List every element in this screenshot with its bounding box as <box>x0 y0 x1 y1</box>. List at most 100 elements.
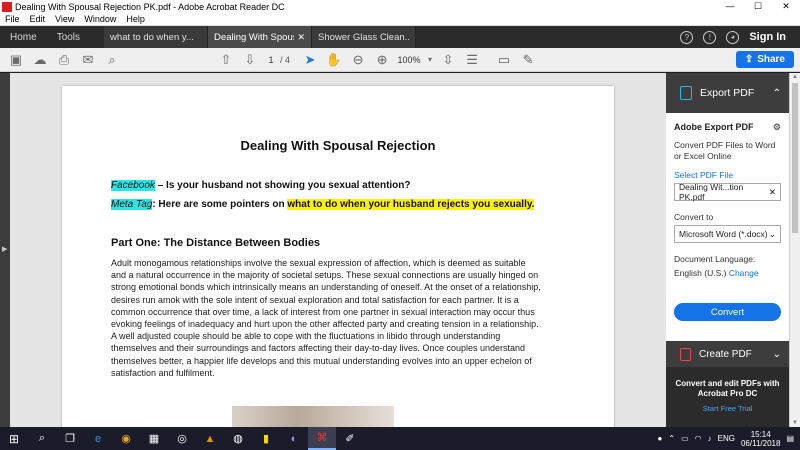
edge-icon[interactable]: e <box>84 427 112 450</box>
tab-home[interactable]: Home <box>0 26 47 48</box>
facebook-tag: Facebook <box>111 180 155 191</box>
zoom-level-select[interactable]: 100% <box>394 55 424 65</box>
camera-icon[interactable]: ◎ <box>168 427 196 450</box>
windows-start-icon[interactable]: ⊞ <box>0 427 28 450</box>
next-page-icon[interactable]: ⇩ <box>238 50 262 70</box>
zoom-in-icon[interactable]: ⊕ <box>370 50 394 70</box>
menu-view[interactable]: View <box>50 14 79 24</box>
scroll-down-icon[interactable]: ▼ <box>792 420 798 426</box>
battery-icon[interactable]: ▭ <box>681 434 689 443</box>
media-icon[interactable]: ◍ <box>224 427 252 450</box>
acrobat-taskbar-icon[interactable]: ⌘ <box>308 427 336 450</box>
settings-icon[interactable]: ⚙ <box>773 122 781 133</box>
page-fit-icon[interactable]: ⇳ <box>436 50 460 70</box>
document-viewport[interactable]: Dealing With Spousal Rejection Facebook … <box>10 73 666 427</box>
user-avatar-icon[interactable]: ● <box>658 434 663 443</box>
comment-icon[interactable]: ▭ <box>492 50 516 70</box>
volume-icon[interactable]: ♪ <box>708 434 712 443</box>
facebook-line: Facebook – Is your husband not showing y… <box>111 180 411 191</box>
vlc-icon[interactable]: ▲ <box>196 427 224 450</box>
save-icon[interactable]: ▣ <box>4 50 28 70</box>
windows-taskbar: ⊞ ⌕ ❐ e ◉ ▦ ◎ ▲ ◍ ▮ ◐ ⌘ ✐ ● ⌃ ▭ ◠ ♪ ENG … <box>0 427 800 450</box>
show-hidden-icon[interactable]: ⌃ <box>668 434 675 443</box>
chrome-icon[interactable]: ◉ <box>112 427 140 450</box>
chevron-down-icon: ⌄ <box>768 228 776 239</box>
notifications-icon[interactable]: ▤ <box>786 434 794 443</box>
search-icon[interactable]: ⌕ <box>28 427 56 450</box>
previous-page-icon[interactable]: ⇧ <box>214 50 238 70</box>
pro-promo: Convert and edit PDFs with Acrobat Pro D… <box>666 367 789 427</box>
email-icon[interactable]: ✉ <box>76 50 100 70</box>
notifications-icon[interactable]: ! <box>703 30 717 44</box>
paint-icon[interactable]: ✐ <box>336 427 364 450</box>
maximize-button[interactable]: ☐ <box>744 1 772 12</box>
photos-icon[interactable]: ▦ <box>140 427 168 450</box>
select-cursor-icon[interactable]: ➤ <box>298 50 322 70</box>
menu-help[interactable]: Help <box>121 14 150 24</box>
tab-tools[interactable]: Tools <box>47 26 90 48</box>
page-number-input[interactable]: 1 <box>262 55 280 65</box>
network-icon[interactable]: ◠ <box>695 434 702 443</box>
doc-tab-what-to-do[interactable]: what to do when y... <box>104 26 209 48</box>
browser-icon[interactable]: ◐ <box>280 427 308 450</box>
left-nav-pane[interactable]: ▶ <box>0 73 10 427</box>
account-icon[interactable]: ◕ <box>726 30 740 44</box>
search-icon[interactable]: ⌕ <box>100 50 124 70</box>
expand-left-pane-icon[interactable]: ▶ <box>2 245 7 253</box>
scroll-up-icon[interactable]: ▲ <box>792 74 798 80</box>
chevron-down-icon[interactable]: ⌄ <box>773 349 781 360</box>
hand-tool-icon[interactable]: ✋ <box>322 50 346 70</box>
export-body-title: Adobe Export PDF <box>674 122 754 132</box>
convert-button[interactable]: Convert <box>674 303 781 321</box>
document-photo <box>232 406 394 427</box>
menu-window[interactable]: Window <box>79 14 121 24</box>
doc-tab-shower-glass[interactable]: Shower Glass Clean... <box>312 26 417 48</box>
doc-tab-dealing-with[interactable]: Dealing With Spous... ✕ <box>208 26 313 48</box>
sign-in-button[interactable]: Sign In <box>749 31 786 43</box>
selected-file-name: Dealing Wit...tion PK.pdf <box>679 182 744 202</box>
clear-file-icon[interactable]: ✕ <box>769 187 776 198</box>
acrobat-logo-icon <box>2 1 12 12</box>
create-pdf-label: Create PDF <box>699 348 752 360</box>
scroll-mode-icon[interactable]: ☰ <box>460 50 484 70</box>
notes-icon[interactable]: ▮ <box>252 427 280 450</box>
print-icon[interactable]: ⎙ <box>52 50 76 70</box>
close-tab-icon[interactable]: ✕ <box>298 32 306 43</box>
export-pdf-body: Adobe Export PDF ⚙ Convert PDF Files to … <box>666 113 789 341</box>
convert-to-label: Convert to <box>674 212 714 222</box>
close-window-button[interactable]: ✕ <box>772 1 800 12</box>
doc-tab-label: what to do when y... <box>110 31 194 43</box>
highlight-pen-icon[interactable]: ✎ <box>516 50 540 70</box>
selected-file-field[interactable]: Dealing Wit...tion PK.pdf ✕ <box>674 182 781 202</box>
share-label: Share <box>757 54 785 65</box>
share-icon: ⇪ <box>744 54 754 65</box>
share-button[interactable]: ⇪ Share <box>735 51 794 68</box>
menu-file[interactable]: File <box>0 14 25 24</box>
format-value: Microsoft Word (*.docx) <box>679 229 768 239</box>
window-title: Dealing With Spousal Rejection PK.pdf - … <box>15 1 285 12</box>
pane-scrollbar[interactable]: ▲ ▼ <box>789 73 800 427</box>
scroll-thumb[interactable] <box>792 83 798 233</box>
upload-cloud-icon[interactable]: ☁ <box>28 50 52 70</box>
change-language-link[interactable]: Change <box>729 268 759 278</box>
window-controls: — ☐ ✕ <box>716 1 800 12</box>
format-select[interactable]: Microsoft Word (*.docx) ⌄ <box>674 225 781 243</box>
language-indicator[interactable]: ENG <box>718 434 735 443</box>
help-icon[interactable]: ? <box>680 30 694 44</box>
chevron-up-icon[interactable]: ⌃ <box>773 88 781 99</box>
start-trial-link[interactable]: Start Free Trial <box>666 404 789 413</box>
body-paragraph: Adult monogamous relationships involve t… <box>111 258 541 378</box>
create-pdf-header[interactable]: Create PDF ⌄ <box>666 341 789 367</box>
menu-edit[interactable]: Edit <box>25 14 51 24</box>
export-pdf-header[interactable]: Export PDF ⌃ <box>666 73 789 113</box>
pdf-page: Dealing With Spousal Rejection Facebook … <box>62 86 614 427</box>
document-title: Dealing With Spousal Rejection <box>240 138 436 153</box>
export-description: Convert PDF Files to Word or Excel Onlin… <box>674 140 776 161</box>
minimize-button[interactable]: — <box>716 1 744 12</box>
task-view-icon[interactable]: ❐ <box>56 427 84 450</box>
zoom-out-icon[interactable]: ⊖ <box>346 50 370 70</box>
taskbar-clock[interactable]: 15:14 06/11/2018 <box>741 430 780 448</box>
zoom-dropdown-icon[interactable]: ▾ <box>424 50 436 70</box>
create-pdf-icon <box>680 347 691 361</box>
select-pdf-link[interactable]: Select PDF File <box>674 170 781 180</box>
